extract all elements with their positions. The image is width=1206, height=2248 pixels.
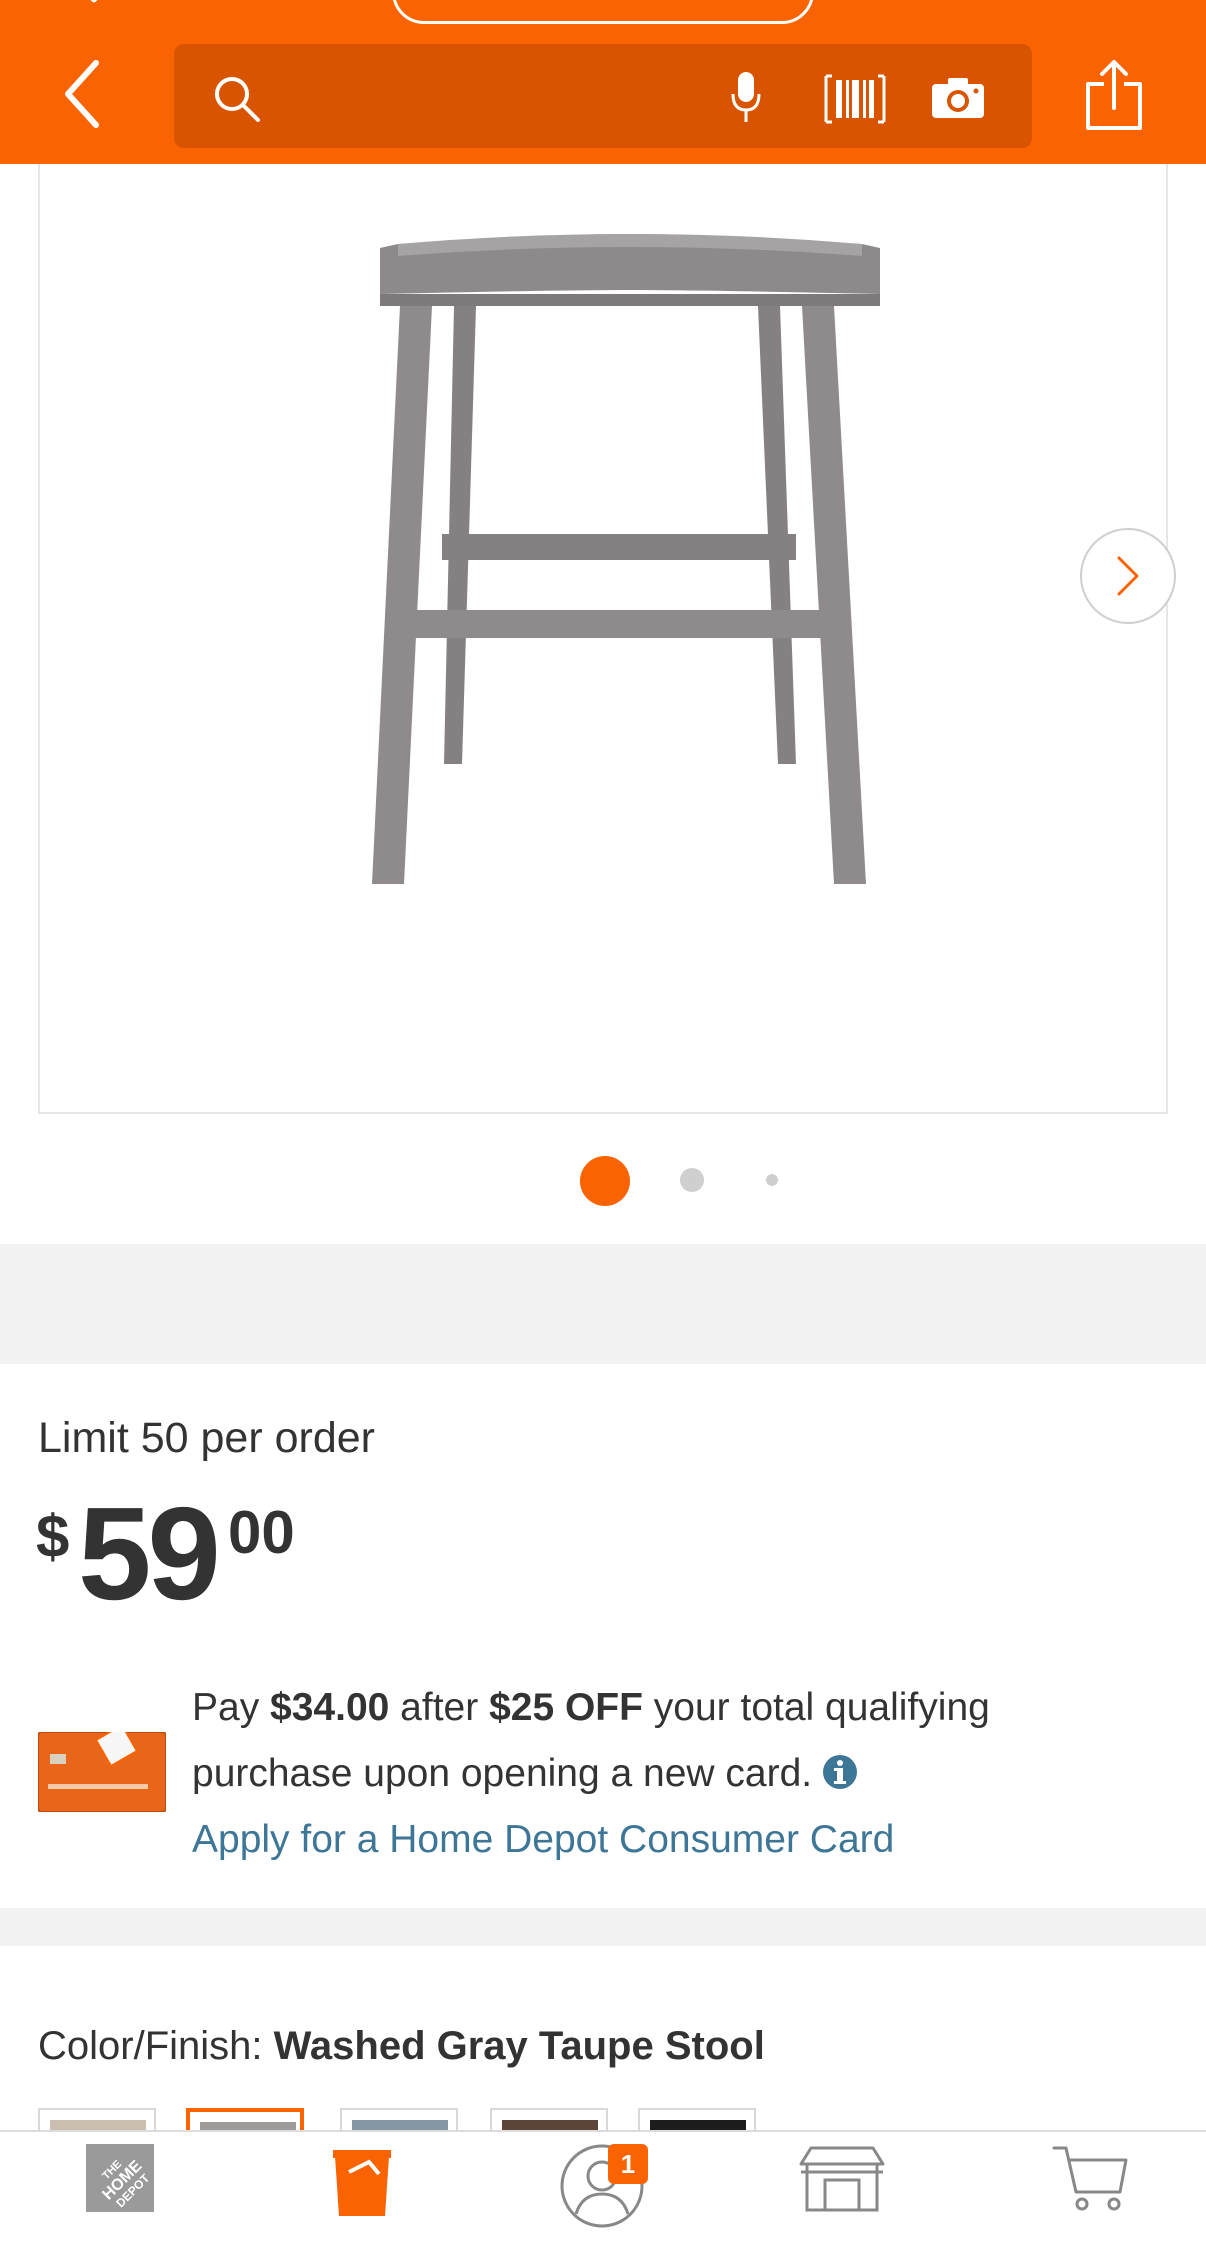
- next-image-button[interactable]: [1080, 528, 1176, 624]
- nav-shop[interactable]: [302, 2142, 422, 2248]
- color-finish-title: Color/Finish:: [38, 2024, 274, 2068]
- section-divider: [0, 1244, 1206, 1364]
- info-icon[interactable]: [822, 1754, 858, 1790]
- app-header: [0, 0, 1206, 164]
- microphone-icon[interactable]: [730, 70, 762, 124]
- bottom-navigation: THE HOME DEPOT 1: [0, 2130, 1206, 2248]
- nav-store[interactable]: [782, 2142, 902, 2248]
- purchase-limit: Limit 50 per order: [38, 1414, 375, 1462]
- promo-text-line-2: purchase upon opening a new card.: [192, 1752, 858, 1796]
- apply-card-link[interactable]: Apply for a Home Depot Consumer Card: [192, 1818, 894, 1862]
- notification-badge: 1: [608, 2144, 648, 2184]
- camera-icon[interactable]: [930, 76, 986, 120]
- color-finish-value: Washed Gray Taupe Stool: [273, 2024, 765, 2068]
- search-icon: [215, 77, 260, 122]
- store-icon: [799, 2146, 885, 2212]
- search-input[interactable]: [274, 64, 874, 128]
- image-pagination: [0, 1150, 1206, 1210]
- page-dot-active[interactable]: [580, 1156, 630, 1206]
- product-image-gallery: [0, 164, 1206, 1244]
- chevron-right-icon: [1117, 556, 1139, 596]
- nav-cart[interactable]: [1030, 2142, 1150, 2248]
- promo-line2-text: purchase upon opening a new card.: [192, 1752, 813, 1795]
- promo-text-line-1: Pay $34.00 after $25 OFF your total qual…: [192, 1686, 990, 1730]
- search-bar[interactable]: [174, 44, 1032, 148]
- nav-home[interactable]: THE HOME DEPOT: [60, 2142, 180, 2248]
- home-depot-logo-icon: THE HOME DEPOT: [86, 2144, 154, 2212]
- barcode-icon[interactable]: [824, 74, 886, 124]
- section-divider: [0, 1908, 1206, 1946]
- close-icon: [90, 0, 98, 3]
- promo-amount: $34.00: [270, 1686, 390, 1729]
- cart-icon: [1052, 2146, 1128, 2211]
- color-finish-label: Color/Finish: Washed Gray Taupe Stool: [38, 2024, 765, 2069]
- promo-suffix: your total qualifying: [642, 1686, 990, 1729]
- page-dot[interactable]: [680, 1168, 704, 1192]
- stool-image: [372, 234, 880, 884]
- promo-prefix: Pay: [192, 1686, 271, 1729]
- nav-account[interactable]: 1: [542, 2142, 662, 2248]
- back-button[interactable]: [52, 54, 112, 134]
- status-pill: [392, 0, 814, 24]
- promo-mid: after: [389, 1686, 490, 1729]
- share-icon[interactable]: [1084, 58, 1144, 132]
- image-frame[interactable]: [38, 164, 1176, 1114]
- chevron-left-icon: [65, 60, 99, 128]
- price-dollars: 59: [78, 1480, 221, 1627]
- credit-card-image: [38, 1732, 166, 1812]
- page-dot[interactable]: [766, 1174, 778, 1186]
- promo-discount: $25 OFF: [489, 1686, 643, 1729]
- price-currency: $: [36, 1503, 70, 1570]
- price-cents: 00: [228, 1499, 295, 1566]
- shop-bucket-icon: [333, 2150, 391, 2216]
